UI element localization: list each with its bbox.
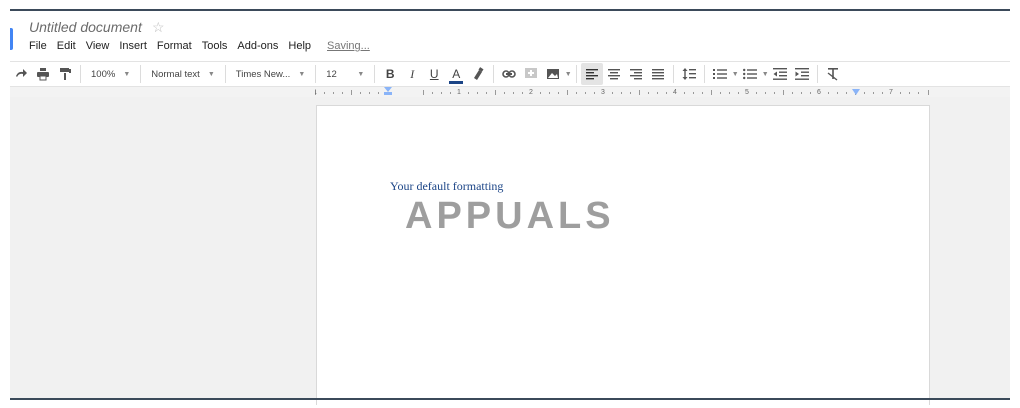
toolbar-divider <box>576 65 578 83</box>
font-value: Times New... <box>235 68 291 80</box>
menu-insert[interactable]: Insert <box>119 40 147 52</box>
font-select[interactable]: Times New... ▼ <box>230 63 311 85</box>
horizontal-ruler[interactable]: 1 1 2 3 4 5 6 7 <box>315 87 930 97</box>
paragraph-style-select[interactable]: Normal text ▼ <box>145 63 221 85</box>
ruler-number: 1 <box>457 89 461 96</box>
style-value: Normal text <box>151 68 200 80</box>
ruler-number: 5 <box>745 89 749 96</box>
menu-format[interactable]: Format <box>157 40 192 52</box>
comment-icon[interactable] <box>520 63 542 85</box>
chevron-down-icon[interactable]: ▼ <box>564 63 572 85</box>
toolbar-divider <box>374 65 376 83</box>
toolbar-divider <box>817 65 819 83</box>
star-icon[interactable]: ☆ <box>152 19 165 36</box>
highlight-icon[interactable] <box>467 63 489 85</box>
numbered-list-icon[interactable] <box>709 63 731 85</box>
window-bottom-border <box>10 398 1010 400</box>
docs-logo-icon[interactable] <box>10 28 13 50</box>
ruler-number: 6 <box>817 89 821 96</box>
menu-help[interactable]: Help <box>288 40 311 52</box>
chevron-down-icon: ▼ <box>357 70 365 78</box>
ruler-number: 2 <box>529 89 533 96</box>
menu-view[interactable]: View <box>86 40 110 52</box>
align-center-icon[interactable] <box>603 63 625 85</box>
text-color-button[interactable]: A <box>445 63 467 85</box>
italic-button[interactable]: I <box>401 63 423 85</box>
toolbar-divider <box>224 65 226 83</box>
toolbar-divider <box>493 65 495 83</box>
align-right-icon[interactable] <box>625 63 647 85</box>
text-color-glyph: A <box>452 67 461 81</box>
underline-button[interactable]: U <box>423 63 445 85</box>
menu-file[interactable]: File <box>29 40 47 52</box>
ruler-ticks <box>315 90 929 95</box>
increase-indent-icon[interactable] <box>791 63 813 85</box>
chevron-down-icon[interactable]: ▼ <box>761 63 769 85</box>
ruler-number: 7 <box>889 89 893 96</box>
appuals-watermark-logo: APPUALS <box>405 195 615 236</box>
toolbar-divider <box>315 65 317 83</box>
svg-text:APPUALS: APPUALS <box>405 195 615 236</box>
image-icon[interactable] <box>542 63 564 85</box>
text-color-swatch <box>449 81 464 84</box>
paint-format-icon[interactable] <box>54 63 76 85</box>
toolbar-divider <box>80 65 81 83</box>
toolbar-divider <box>673 65 675 83</box>
ruler-number: 4 <box>673 89 677 96</box>
left-indent-marker-icon[interactable] <box>384 87 392 92</box>
zoom-value: 100% <box>91 68 116 80</box>
menu-edit[interactable]: Edit <box>57 40 76 52</box>
toolbar-divider <box>140 65 142 83</box>
document-page[interactable]: Your default formatting APPUALS <box>316 105 930 405</box>
align-left-icon[interactable] <box>581 63 604 85</box>
chevron-down-icon: ▼ <box>123 70 131 78</box>
print-icon[interactable] <box>32 63 54 85</box>
link-icon[interactable] <box>498 63 520 85</box>
first-line-indent-marker-icon[interactable] <box>384 92 392 95</box>
ruler-number: 1 <box>315 89 317 96</box>
document-title[interactable]: Untitled document <box>29 19 142 35</box>
formatting-toolbar: 100% ▼ Normal text ▼ Times New... ▼ 12 ▼ B I… <box>10 61 1010 87</box>
zoom-select[interactable]: 100% ▼ <box>85 63 136 85</box>
document-canvas[interactable]: Your default formatting APPUALS <box>10 97 1010 405</box>
chevron-down-icon[interactable]: ▼ <box>731 63 739 85</box>
font-size-select[interactable]: 12 ▼ <box>320 63 370 85</box>
doc-header: Untitled document ☆ File Edit View Inser… <box>10 11 1010 61</box>
toolbar-divider <box>704 65 706 83</box>
chevron-down-icon: ▼ <box>207 70 215 78</box>
menu-addons[interactable]: Add-ons <box>237 40 278 52</box>
align-justify-icon[interactable] <box>647 63 669 85</box>
clear-formatting-icon[interactable] <box>822 63 844 85</box>
redo-icon[interactable] <box>10 63 32 85</box>
bulleted-list-icon[interactable] <box>739 63 761 85</box>
chevron-down-icon: ▼ <box>298 70 306 78</box>
font-size-value: 12 <box>326 68 337 80</box>
menu-bar: File Edit View Insert Format Tools Add-o… <box>29 40 370 52</box>
save-status: Saving... <box>327 40 370 52</box>
right-indent-marker-icon[interactable] <box>852 89 860 95</box>
app-window: Untitled document ☆ File Edit View Inser… <box>0 0 1020 408</box>
bold-button[interactable]: B <box>379 63 401 85</box>
menu-tools[interactable]: Tools <box>202 40 228 52</box>
line-spacing-icon[interactable] <box>678 63 700 85</box>
decrease-indent-icon[interactable] <box>769 63 791 85</box>
ruler-bar: 1 1 2 3 4 5 6 7 <box>10 87 1010 97</box>
ruler-number: 3 <box>601 89 605 96</box>
